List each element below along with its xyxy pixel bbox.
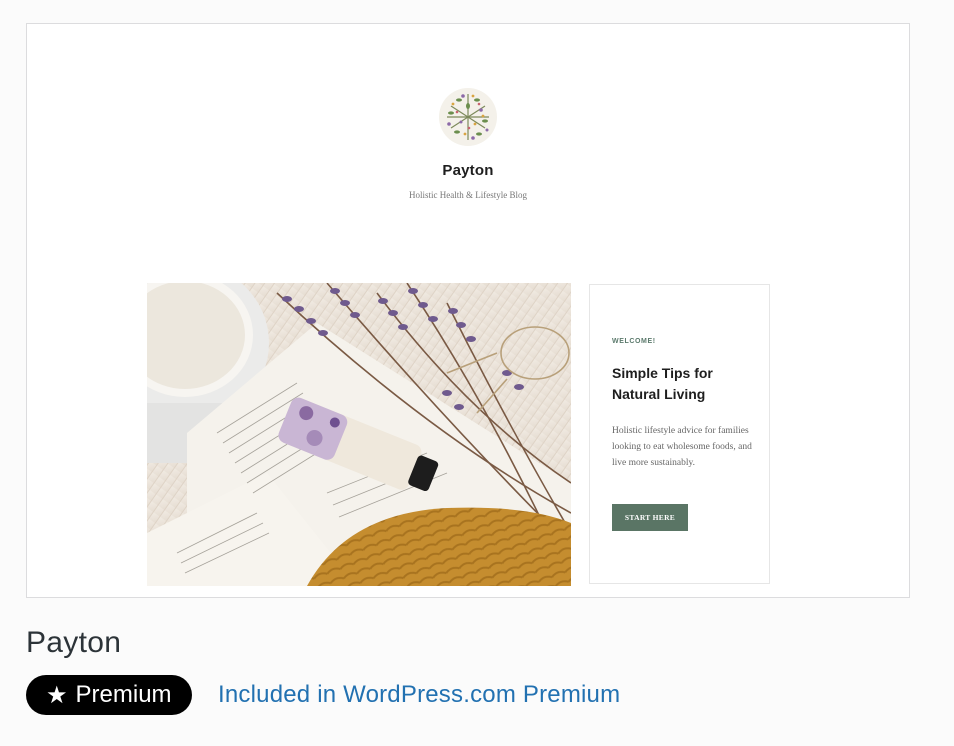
included-in-premium-link[interactable]: Included in WordPress.com Premium [218,681,620,709]
theme-preview-card[interactable]: Payton Holistic Health & Lifestyle Blog [26,23,910,598]
botanical-wreath-icon [439,88,497,146]
preview-site-tagline: Holistic Health & Lifestyle Blog [409,190,527,200]
premium-badge: ★ Premium [26,675,192,715]
welcome-heading: Simple Tips for Natural Living [612,365,713,402]
star-icon: ★ [46,681,68,709]
hero-photo [147,283,571,586]
preview-site-title: Payton [442,162,494,179]
start-here-button: START HERE [612,504,688,531]
welcome-body: Holistic lifestyle advice for families l… [612,426,752,468]
welcome-eyebrow: WELCOME! [612,338,656,345]
premium-badge-label: Premium [75,681,172,708]
welcome-panel: WELCOME! Simple Tips for Natural Living … [589,284,770,584]
theme-name[interactable]: Payton [26,626,121,660]
